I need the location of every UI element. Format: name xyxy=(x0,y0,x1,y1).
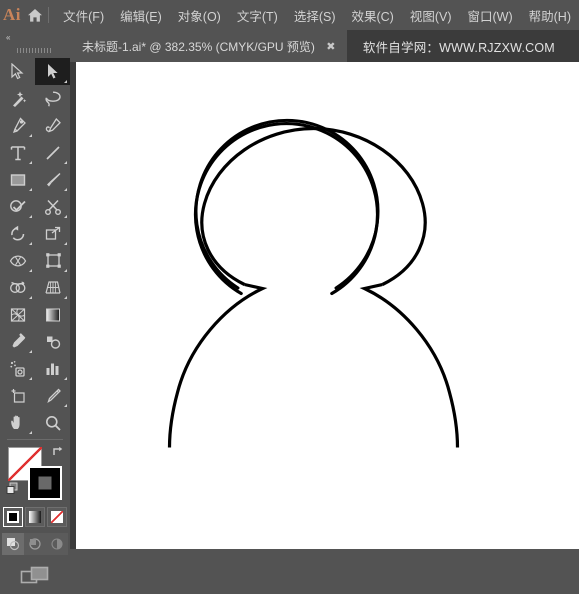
document-tab-bar: 未标题-1.ai* @ 382.35% (CMYK/GPU 预览) ✖ 软件自学… xyxy=(70,30,579,62)
tool-flyout-indicator xyxy=(64,161,67,164)
tool-lasso[interactable] xyxy=(35,85,70,112)
tool-flyout-indicator xyxy=(29,161,32,164)
tool-flyout-indicator xyxy=(64,242,67,245)
fill-stroke-controls xyxy=(0,443,70,505)
tool-flyout-indicator xyxy=(64,296,67,299)
draw-normal-button[interactable] xyxy=(2,533,24,555)
tool-direct-selection[interactable] xyxy=(35,58,70,85)
tool-rotate[interactable] xyxy=(0,220,35,247)
tool-type[interactable] xyxy=(0,139,35,166)
menu-bar: Ai 文件(F) 编辑(E) 对象(O) 文字(T) 选择(S) 效果(C) 视… xyxy=(0,0,579,30)
tool-scissors[interactable] xyxy=(35,193,70,220)
swap-fill-stroke-icon[interactable] xyxy=(52,445,66,459)
tool-flyout-indicator xyxy=(64,80,67,83)
none-button[interactable] xyxy=(47,507,67,527)
tool-scale[interactable] xyxy=(35,220,70,247)
collapse-panel-icon[interactable]: « xyxy=(0,30,70,44)
draw-mode-buttons xyxy=(0,533,70,555)
tool-slice[interactable] xyxy=(35,382,70,409)
tool-zoom[interactable] xyxy=(35,409,70,436)
tool-free-transform[interactable] xyxy=(35,247,70,274)
menu-item-type[interactable]: 文字(T) xyxy=(229,0,286,30)
tool-flyout-indicator xyxy=(29,269,32,272)
close-icon[interactable]: ✖ xyxy=(321,30,341,62)
menu-item-view[interactable]: 视图(V) xyxy=(402,0,460,30)
document-tab-title: 未标题-1.ai* @ 382.35% (CMYK/GPU 预览) xyxy=(82,39,315,54)
color-mode-buttons xyxy=(0,507,70,527)
home-icon[interactable] xyxy=(24,0,47,30)
tool-flyout-indicator xyxy=(29,431,32,434)
stroke-swatch[interactable] xyxy=(28,466,62,500)
default-fill-stroke-icon[interactable] xyxy=(6,482,20,496)
document-tab[interactable]: 未标题-1.ai* @ 382.35% (CMYK/GPU 预览) ✖ xyxy=(70,30,347,62)
tool-width[interactable] xyxy=(0,247,35,274)
illustrator-window: Ai 文件(F) 编辑(E) 对象(O) 文字(T) 选择(S) 效果(C) 视… xyxy=(0,0,579,584)
tool-magic-wand[interactable] xyxy=(0,85,35,112)
tool-shape-builder[interactable] xyxy=(0,274,35,301)
tool-flyout-indicator xyxy=(29,215,32,218)
tool-flyout-indicator xyxy=(64,377,67,380)
change-screen-mode-icon[interactable] xyxy=(20,565,50,594)
tool-line-segment[interactable] xyxy=(35,139,70,166)
artboard-canvas[interactable] xyxy=(76,62,579,549)
screen-mode-control xyxy=(0,565,70,594)
tool-flyout-indicator xyxy=(29,134,32,137)
menu-item-window[interactable]: 窗口(W) xyxy=(460,0,521,30)
tool-eyedropper[interactable] xyxy=(0,328,35,355)
tool-rectangle[interactable] xyxy=(0,166,35,193)
tool-curvature[interactable] xyxy=(35,112,70,139)
artwork-user-silhouette xyxy=(167,118,460,448)
toolbar-divider xyxy=(7,439,63,440)
tools-panel: « xyxy=(0,30,70,584)
draw-inside-button[interactable] xyxy=(46,533,68,555)
tool-shaper[interactable] xyxy=(0,193,35,220)
watermark-text: 软件自学网：WWW.RJZXW.COM xyxy=(362,40,555,55)
tool-flyout-indicator xyxy=(29,296,32,299)
tool-button-grid xyxy=(0,56,70,436)
tool-perspective-grid[interactable] xyxy=(35,274,70,301)
document-workspace xyxy=(70,62,579,549)
tool-gradient[interactable] xyxy=(35,301,70,328)
gradient-button[interactable] xyxy=(25,507,45,527)
menu-item-help[interactable]: 帮助(H) xyxy=(521,0,579,30)
tool-blend[interactable] xyxy=(35,328,70,355)
tool-artboard[interactable] xyxy=(0,382,35,409)
menu-item-effect[interactable]: 效果(C) xyxy=(343,0,401,30)
menu-item-list: 文件(F) 编辑(E) 对象(O) 文字(T) 选择(S) 效果(C) 视图(V… xyxy=(55,0,579,30)
tool-flyout-indicator xyxy=(29,188,32,191)
color-button[interactable] xyxy=(3,507,23,527)
app-logo-icon: Ai xyxy=(2,5,21,24)
menu-item-file[interactable]: 文件(F) xyxy=(55,0,112,30)
tool-flyout-indicator xyxy=(64,404,67,407)
tool-flyout-indicator xyxy=(29,242,32,245)
tool-flyout-indicator xyxy=(64,215,67,218)
tool-pen[interactable] xyxy=(0,112,35,139)
menu-item-edit[interactable]: 编辑(E) xyxy=(112,0,170,30)
tool-hand[interactable] xyxy=(0,409,35,436)
panel-drag-handle[interactable] xyxy=(0,44,70,56)
tool-symbol-sprayer[interactable] xyxy=(0,355,35,382)
tool-flyout-indicator xyxy=(64,188,67,191)
menu-divider xyxy=(48,7,50,23)
tool-selection[interactable] xyxy=(0,58,35,85)
tool-flyout-indicator xyxy=(29,377,32,380)
tool-flyout-indicator xyxy=(29,350,32,353)
tool-mesh[interactable] xyxy=(0,301,35,328)
menu-item-object[interactable]: 对象(O) xyxy=(170,0,229,30)
draw-behind-button[interactable] xyxy=(24,533,46,555)
tool-paintbrush[interactable] xyxy=(35,166,70,193)
tool-column-graph[interactable] xyxy=(35,355,70,382)
tool-flyout-indicator xyxy=(64,269,67,272)
menu-item-select[interactable]: 选择(S) xyxy=(286,0,344,30)
